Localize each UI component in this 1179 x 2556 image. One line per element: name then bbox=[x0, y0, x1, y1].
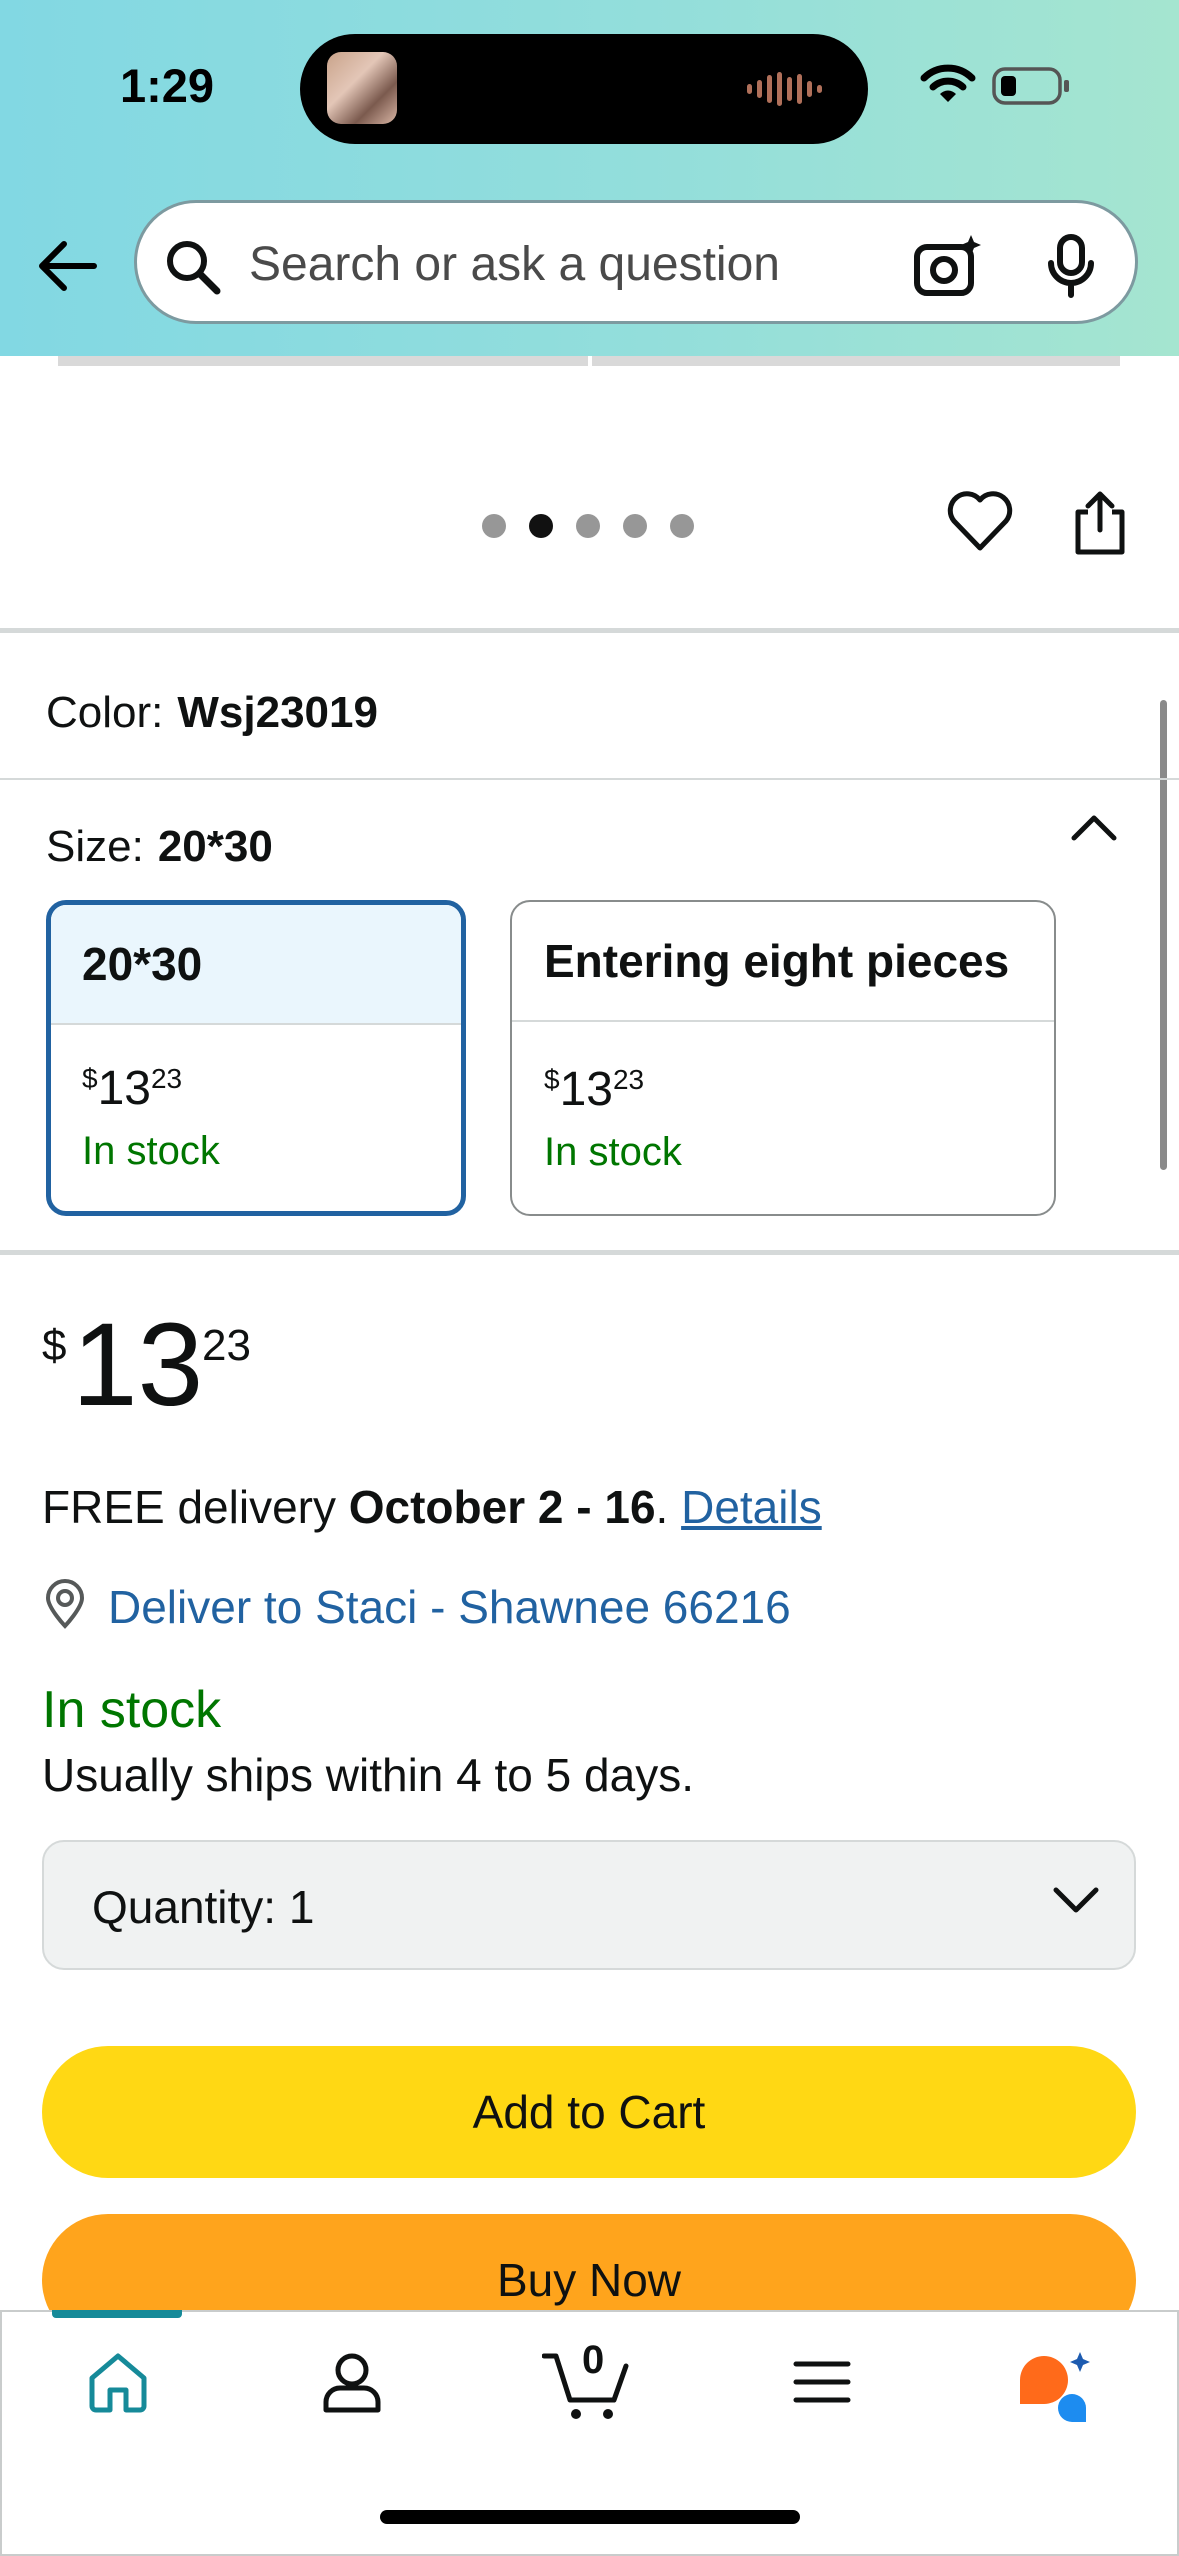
chevron-down-icon bbox=[1053, 1887, 1099, 1913]
shipping-note: Usually ships within 4 to 5 days. bbox=[42, 1749, 694, 1801]
location-pin-icon bbox=[45, 1579, 85, 1629]
size-option-name: Entering eight pieces bbox=[512, 902, 1054, 1022]
quantity-dropdown[interactable]: Quantity: 1 bbox=[42, 1840, 1136, 1970]
header-bar: 1:29 Search or ask a question bbox=[0, 0, 1179, 356]
search-placeholder[interactable]: Search or ask a question bbox=[249, 237, 780, 292]
gallery-pagination[interactable] bbox=[482, 514, 694, 538]
search-bar[interactable]: Search or ask a question bbox=[134, 200, 1138, 324]
active-tab-indicator bbox=[52, 2310, 182, 2318]
size-option-selected[interactable]: 20*30 $1323 In stock bbox=[46, 900, 466, 1216]
delivery-info: FREE delivery October 2 - 16. Details bbox=[42, 1481, 822, 1533]
add-to-cart-button[interactable]: Add to Cart bbox=[42, 2046, 1136, 2178]
microphone-icon[interactable] bbox=[1045, 233, 1097, 299]
home-icon[interactable] bbox=[86, 2350, 150, 2414]
account-icon[interactable] bbox=[320, 2350, 384, 2414]
wifi-icon bbox=[920, 64, 976, 102]
quantity-text: Quantity: 1 bbox=[92, 1881, 315, 1933]
size-label: Size: bbox=[46, 822, 144, 871]
scrollbar[interactable] bbox=[1160, 700, 1167, 1170]
dynamic-island[interactable] bbox=[300, 34, 868, 144]
heart-icon[interactable] bbox=[946, 490, 1014, 552]
size-option-stock: In stock bbox=[544, 1130, 682, 1174]
pagination-dot[interactable] bbox=[576, 514, 600, 538]
color-selector[interactable]: Color: Wsj23019 bbox=[46, 688, 378, 738]
camera-search-icon[interactable] bbox=[913, 233, 983, 297]
pagination-dot[interactable] bbox=[482, 514, 506, 538]
now-playing-thumbnail bbox=[327, 52, 397, 124]
pagination-dot[interactable] bbox=[670, 514, 694, 538]
deliver-to-link[interactable]: Deliver to Staci - Shawnee 66216 bbox=[108, 1580, 791, 1634]
chevron-up-icon[interactable] bbox=[1070, 812, 1118, 842]
menu-icon[interactable] bbox=[792, 2350, 852, 2414]
back-arrow-icon[interactable] bbox=[36, 240, 98, 292]
cart-icon[interactable] bbox=[542, 2350, 632, 2422]
details-link[interactable]: Details bbox=[681, 1481, 822, 1533]
size-value: 20*30 bbox=[157, 822, 273, 871]
share-icon[interactable] bbox=[1072, 488, 1128, 558]
rufus-assistant-icon[interactable] bbox=[1014, 2350, 1094, 2422]
delivery-dates: October 2 - 16 bbox=[348, 1481, 656, 1533]
color-label: Color: bbox=[46, 688, 164, 737]
status-time: 1:29 bbox=[120, 59, 215, 112]
section-divider bbox=[0, 778, 1179, 780]
section-divider bbox=[0, 628, 1179, 633]
size-option-name: 20*30 bbox=[51, 905, 461, 1025]
section-divider bbox=[0, 1250, 1179, 1255]
pagination-dot[interactable] bbox=[623, 514, 647, 538]
search-icon bbox=[167, 241, 221, 295]
size-option-price: $1323 bbox=[82, 1062, 183, 1115]
size-option[interactable]: Entering eight pieces $1323 In stock bbox=[510, 900, 1056, 1216]
size-option-price: $1323 bbox=[544, 1063, 645, 1116]
size-selector[interactable]: Size: 20*30 bbox=[46, 822, 273, 872]
stock-status: In stock bbox=[42, 1681, 222, 1739]
size-option-stock: In stock bbox=[82, 1129, 220, 1173]
home-indicator[interactable] bbox=[380, 2510, 800, 2524]
gallery-image-edge bbox=[58, 356, 588, 366]
pagination-dot-active[interactable] bbox=[529, 514, 553, 538]
gallery-image-edge bbox=[592, 356, 1120, 366]
color-value: Wsj23019 bbox=[177, 688, 378, 737]
battery-icon bbox=[992, 67, 1069, 105]
audio-wave-icon bbox=[747, 72, 822, 106]
